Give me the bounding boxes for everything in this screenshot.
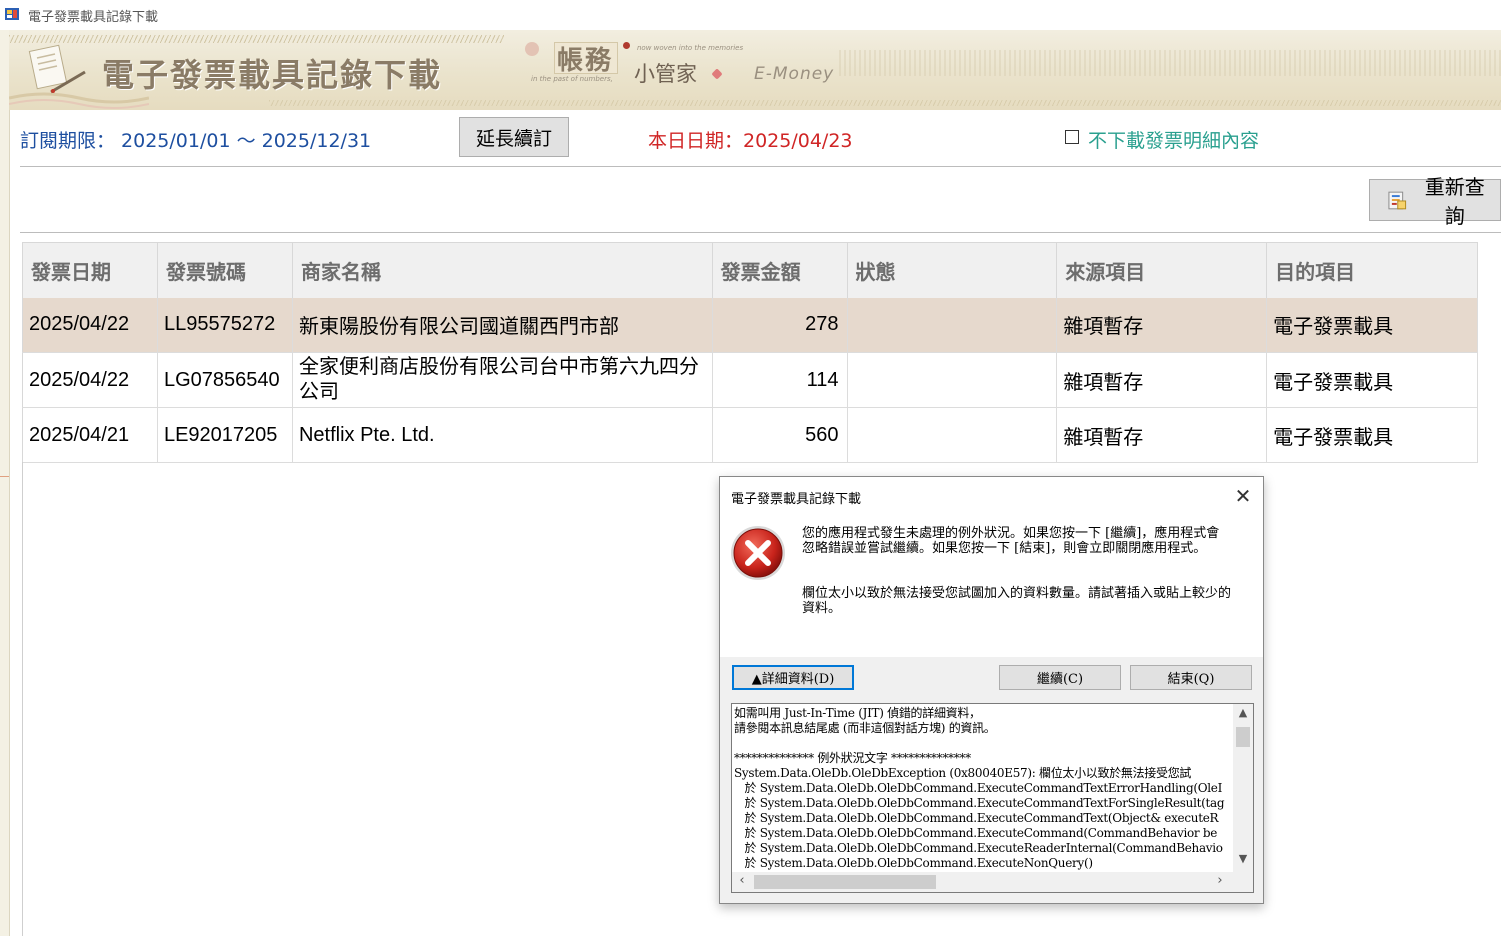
banner-dot-pattern	[839, 50, 1501, 76]
error-dialog: 電子發票載具記錄下載 ✕ 您的應用程式發生未處理的例外狀況。如果您按一下 [繼續…	[719, 476, 1264, 904]
window-title: 電子發票載具記錄下載	[28, 10, 159, 25]
logo-main-text: 帳務	[557, 46, 614, 76]
table-row[interactable]: 2025/04/22 LL95575272 新東陽股份有限公司國道關西門市部 2…	[22, 297, 1478, 353]
scroll-left-icon[interactable]: ‹	[734, 873, 750, 891]
vertical-scrollbar[interactable]: ▲ ▼	[1233, 704, 1253, 872]
requery-button[interactable]: 重新查詢	[1369, 177, 1501, 228]
details-text[interactable]: 如需叫用 Just-In-Time (JIT) 偵錯的詳細資料， 請參閱本訊息結…	[734, 706, 1234, 872]
window-titlebar: 電子發票載具記錄下載	[0, 0, 1501, 30]
dialog-title: 電子發票載具記錄下載	[731, 492, 862, 507]
dialog-message: 您的應用程式發生未處理的例外狀況。如果您按一下 [繼續]，應用程式會忽略錯誤並嘗…	[802, 526, 1220, 556]
no-detail-label[interactable]: 不下載發票明細內容	[1088, 126, 1259, 153]
left-frame-mark	[0, 476, 9, 477]
scroll-thumb[interactable]	[1236, 727, 1250, 747]
details-button[interactable]: ▲詳細資料(D)	[732, 665, 854, 690]
cell-merchant[interactable]: 新東陽股份有限公司國道關西門市部	[292, 297, 713, 353]
logo-dot	[525, 42, 539, 56]
cell-amount[interactable]: 278	[712, 297, 848, 353]
scroll-thumb[interactable]	[754, 875, 936, 889]
no-detail-checkbox[interactable]	[1065, 130, 1079, 144]
logo-tagline-1: now woven into the memories	[637, 44, 744, 52]
column-header-merchant[interactable]: 商家名稱	[292, 242, 713, 298]
cell-number[interactable]: LG07856540	[157, 352, 293, 408]
column-header-amount[interactable]: 發票金額	[712, 242, 848, 298]
column-header-date[interactable]: 發票日期	[22, 242, 158, 298]
column-header-status[interactable]: 狀態	[847, 242, 1058, 298]
cell-status[interactable]	[847, 407, 1058, 463]
extend-subscription-button[interactable]: 延長續訂	[459, 117, 569, 157]
separator	[20, 232, 1501, 233]
error-icon	[731, 526, 785, 580]
logo-emoney-text: E-Money	[754, 64, 835, 84]
logo-tagline-2: in the past of numbers,	[531, 75, 613, 83]
cell-number[interactable]: LL95575272	[157, 297, 293, 353]
cell-status[interactable]	[847, 352, 1058, 408]
banner-title: 電子發票載具記錄下載	[102, 56, 443, 94]
dialog-titlebar[interactable]: 電子發票載具記錄下載 ✕	[720, 477, 1263, 517]
banner-hatch-bottom	[269, 100, 1501, 106]
cell-status[interactable]	[847, 297, 1058, 353]
table-row[interactable]: 2025/04/22 LG07856540 全家便利商店股份有限公司台中市第六九…	[22, 352, 1478, 408]
cell-source[interactable]: 雜項暫存	[1056, 297, 1268, 353]
cell-target[interactable]: 電子發票載具	[1266, 352, 1478, 408]
column-header-target[interactable]: 目的項目	[1266, 242, 1478, 298]
details-textbox[interactable]: 如需叫用 Just-In-Time (JIT) 偵錯的詳細資料， 請參閱本訊息結…	[731, 703, 1254, 893]
column-header-source[interactable]: 來源項目	[1056, 242, 1268, 298]
left-frame-strip	[0, 30, 10, 936]
heart-icon	[711, 68, 723, 80]
cell-amount[interactable]: 560	[712, 407, 848, 463]
scroll-up-icon[interactable]: ▲	[1233, 706, 1253, 722]
cell-target[interactable]: 電子發票載具	[1266, 297, 1478, 353]
document-pen-icon	[28, 44, 86, 94]
cell-source[interactable]: 雜項暫存	[1056, 407, 1268, 463]
table-header-row: 發票日期 發票號碼 商家名稱 發票金額 狀態 來源項目 目的項目	[22, 242, 1478, 298]
cell-amount[interactable]: 114	[712, 352, 848, 408]
cell-merchant[interactable]: 全家便利商店股份有限公司台中市第六九四分公司	[292, 352, 713, 408]
close-icon[interactable]: ✕	[1232, 485, 1254, 507]
invoice-table: 發票日期 發票號碼 商家名稱 發票金額 狀態 來源項目 目的項目 2025/04…	[22, 242, 1478, 463]
cell-number[interactable]: LE92017205	[157, 407, 293, 463]
cell-date[interactable]: 2025/04/22	[22, 297, 158, 353]
cell-date[interactable]: 2025/04/22	[22, 352, 158, 408]
cell-date[interactable]: 2025/04/21	[22, 407, 158, 463]
scroll-right-icon[interactable]: ›	[1212, 873, 1228, 891]
subscription-period-label: 訂閱期限： 2025/01/01 ～ 2025/12/31	[20, 130, 372, 152]
today-date-label: 本日日期：2025/04/23	[648, 130, 853, 152]
horizontal-scrollbar[interactable]: ‹ ›	[732, 872, 1253, 892]
refresh-query-icon	[1388, 191, 1407, 210]
grid-border	[22, 462, 23, 936]
logo-red-dot	[623, 42, 630, 49]
app-icon	[5, 8, 19, 20]
table-row[interactable]: 2025/04/21 LE92017205 Netflix Pte. Ltd. …	[22, 407, 1478, 463]
continue-button[interactable]: 繼續(C)	[999, 665, 1121, 690]
header-banner: 電子發票載具記錄下載 帳務 now woven into the memorie…	[9, 30, 1501, 110]
dialog-detail-message: 欄位太小以致於無法接受您試圖加入的資料數量。請試著插入或貼上較少的資料。	[802, 586, 1232, 616]
scroll-down-icon[interactable]: ▼	[1233, 852, 1253, 868]
column-header-number[interactable]: 發票號碼	[157, 242, 293, 298]
requery-button-label: 重新查詢	[1424, 177, 1485, 228]
cell-source[interactable]: 雜項暫存	[1056, 352, 1268, 408]
separator	[20, 166, 1501, 167]
cell-merchant[interactable]: Netflix Pte. Ltd.	[292, 407, 713, 463]
quit-button[interactable]: 結束(Q)	[1130, 665, 1252, 690]
cell-target[interactable]: 電子發票載具	[1266, 407, 1478, 463]
logo-sub-text: 小管家	[634, 62, 697, 86]
